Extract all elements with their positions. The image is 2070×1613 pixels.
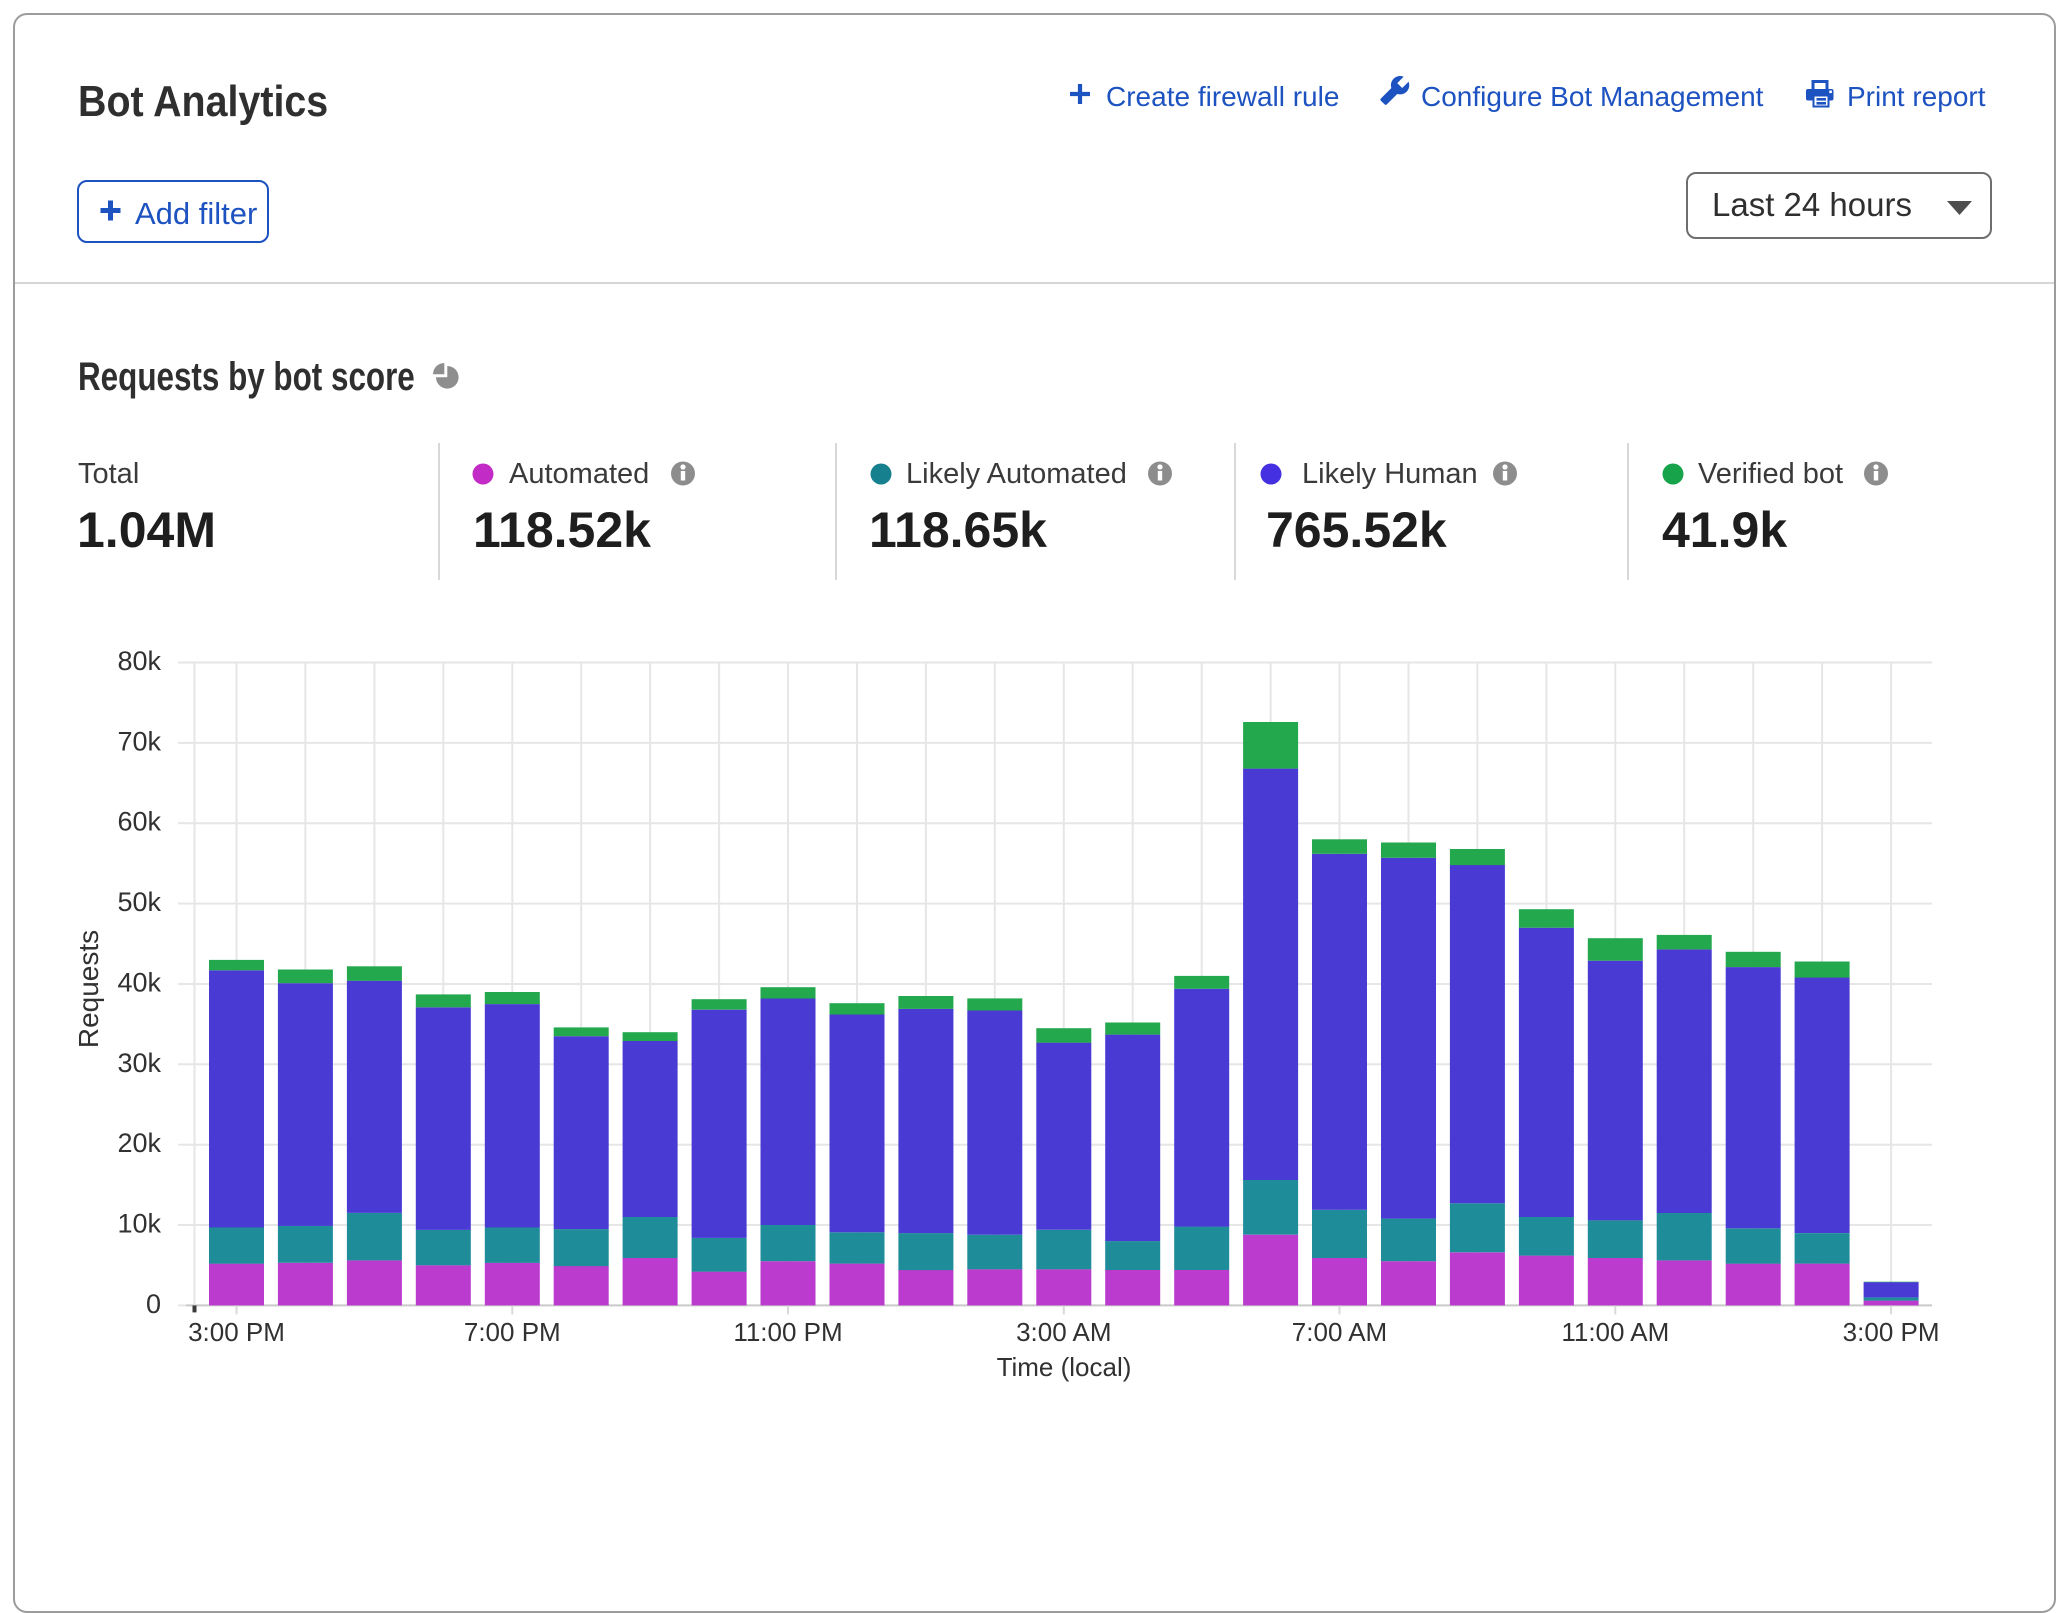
svg-text:20k: 20k [117,1128,161,1158]
svg-text:60k: 60k [117,807,161,837]
svg-text:30k: 30k [117,1048,161,1078]
svg-text:80k: 80k [117,646,161,676]
svg-text:7:00 PM: 7:00 PM [464,1317,561,1347]
svg-text:11:00 AM: 11:00 AM [1561,1317,1669,1347]
svg-text:0: 0 [146,1289,161,1319]
svg-text:Time (local): Time (local) [997,1352,1132,1382]
svg-text:3:00 AM: 3:00 AM [1016,1317,1111,1347]
svg-text:7:00 AM: 7:00 AM [1292,1317,1387,1347]
svg-text:70k: 70k [117,726,161,756]
svg-text:10k: 10k [117,1209,161,1239]
svg-text:3:00 PM: 3:00 PM [188,1317,285,1347]
svg-text:3:00 PM: 3:00 PM [1843,1317,1940,1347]
svg-text:40k: 40k [117,968,161,998]
svg-text:11:00 PM: 11:00 PM [733,1317,842,1347]
svg-text:Requests: Requests [73,930,104,1048]
svg-text:50k: 50k [117,887,161,917]
